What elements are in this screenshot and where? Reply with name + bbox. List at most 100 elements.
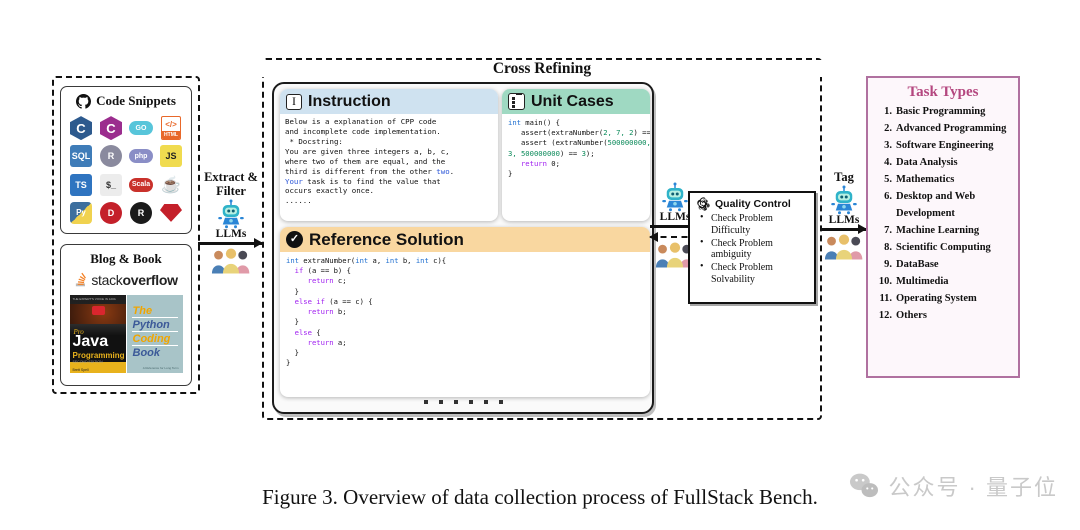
figure-caption: Figure 3. Overview of data collection pr… — [262, 485, 818, 509]
task-type-item: 4. Data Analysis — [876, 154, 1014, 171]
lang-icon-c: C — [97, 115, 125, 141]
connector-extract-filter: Extract & Filter LLMs — [198, 170, 264, 274]
java-book-badge — [91, 306, 105, 315]
pagination-dot[interactable] — [483, 400, 488, 404]
task-type-item: 11. Operating System — [876, 290, 1014, 307]
code-token: int — [415, 256, 429, 265]
lang-glyph: $_ — [100, 173, 122, 196]
task-type-label: Desktop and Web Development — [896, 191, 976, 219]
code-token: else — [294, 327, 312, 337]
arrow-extract-filter — [198, 238, 263, 247]
code-token: 500000000, — [607, 138, 650, 148]
lang-glyph: C — [100, 116, 122, 141]
code-token: 3, 500000000 — [508, 148, 560, 158]
java-book-author: Brett Spell — [72, 368, 89, 372]
pagination-dot[interactable] — [468, 400, 473, 404]
task-type-number: 4. — [884, 157, 892, 168]
task-type-label: DataBase — [896, 259, 939, 270]
stackoverflow-logo: stackoverflow — [61, 269, 191, 291]
task-type-item: 10. Multimedia — [876, 273, 1014, 290]
quality-control-header: Quality Control — [690, 193, 814, 212]
robot-icon — [831, 185, 857, 215]
code-token: return — [307, 276, 334, 286]
task-type-number: 5. — [884, 174, 892, 185]
book-covers: THE EXPERT'S VOICE IN JAVA Pro Java Prog… — [61, 291, 191, 373]
people-icon — [211, 248, 250, 273]
code-token: (a == c) { — [324, 296, 373, 306]
lang-icon-scala: Scala — [127, 172, 155, 198]
pagination-dot[interactable] — [423, 400, 428, 404]
instruction-icon: I — [286, 93, 302, 110]
language-icon-grid: C C GO </> HTML SQL Rphp JS TS $_ Scala ☕ Py D R — [61, 113, 191, 231]
code-token: (a == b) { — [303, 266, 351, 276]
reference-solution-card: ✓ Reference Solution int extraNumber(int… — [280, 227, 650, 397]
pagination-dot[interactable] — [498, 400, 503, 404]
code-token: } — [286, 347, 299, 357]
stackoverflow-text: stackoverflow — [91, 272, 178, 288]
task-type-label: Software Engineering — [896, 140, 994, 151]
reference-solution-code: int extraNumber(int a, int b, int c){ if… — [280, 252, 650, 372]
lang-glyph: TS — [70, 173, 92, 196]
lang-icon-r: R — [97, 143, 125, 169]
lang-icon-ts: TS — [67, 172, 95, 198]
code-token: a; — [333, 337, 347, 347]
pagination-dot[interactable] — [438, 400, 443, 404]
task-type-label: Advanced Programming — [896, 123, 1007, 134]
robot-icon — [218, 199, 244, 229]
code-token: main() { — [520, 118, 560, 127]
pagination-dot[interactable] — [453, 400, 458, 404]
lang-glyph: </> HTML — [161, 116, 181, 141]
java-book-subtitle: Programming — [72, 351, 125, 360]
lang-glyph: php — [129, 149, 153, 164]
task-type-label: Scientific Computing — [896, 242, 991, 253]
lang-icon-d: D — [97, 200, 125, 226]
python-book-line2: Python — [132, 319, 170, 331]
task-type-item: 1. Basic Programming — [876, 103, 1014, 120]
task-type-item: 9. DataBase — [876, 256, 1014, 273]
lang-glyph: R — [130, 201, 152, 224]
tag-label: Tag — [834, 170, 854, 184]
instruction-header: I Instruction — [280, 89, 498, 114]
lang-glyph: C — [70, 116, 92, 141]
lang-glyph: D — [100, 201, 122, 224]
python-book-line3: Coding — [132, 333, 171, 345]
quality-control-list: Check Problem DifficultyCheck Problem am… — [690, 212, 814, 286]
quality-control-item: Check Problem Difficulty — [700, 212, 810, 237]
code-token: b; — [333, 307, 347, 317]
code-token: assert (extraNumber( — [508, 138, 608, 148]
task-type-item: 6. Desktop and Web Development — [876, 188, 1014, 222]
code-token: 2, 7, 2 — [603, 128, 634, 138]
task-type-number: 3. — [884, 140, 892, 151]
code-token: if — [294, 266, 304, 276]
code-snippets-label: Code Snippets — [96, 93, 176, 108]
task-types-list: 1. Basic Programming 2. Advanced Programmin… — [868, 103, 1018, 324]
task-type-item: 2. Advanced Programming — [876, 120, 1014, 137]
code-token: } — [508, 169, 513, 179]
arrow-tag — [820, 224, 867, 233]
task-type-number: 8. — [884, 242, 892, 253]
code-token: ) == — [559, 148, 582, 158]
task-type-number: 7. — [884, 225, 892, 236]
lang-icon-html: </> HTML — [157, 115, 185, 141]
robot-icon — [662, 182, 688, 212]
task-type-number: 10. — [878, 276, 892, 287]
code-token: a, — [368, 256, 386, 265]
checklist-icon — [508, 93, 525, 110]
task-type-item: 5. Mathematics — [876, 171, 1014, 188]
figure-root: Code Snippets C C GO </> HTML SQL Rphp JS TS $_ Sc… — [0, 0, 1080, 530]
code-token: c; — [333, 276, 347, 286]
lang-icon-ruby — [157, 200, 185, 226]
task-type-number: 12. — [878, 310, 892, 321]
task-type-label: Multimedia — [896, 276, 949, 287]
code-token: extraNumber( — [298, 256, 356, 265]
lang-glyph: Py — [70, 201, 92, 224]
lang-icon-python: Py — [67, 200, 95, 226]
stackoverflow-icon — [76, 272, 87, 287]
code-token: { — [311, 327, 321, 337]
lang-glyph: SQL — [70, 145, 92, 168]
task-type-label: Mathematics — [896, 174, 955, 185]
